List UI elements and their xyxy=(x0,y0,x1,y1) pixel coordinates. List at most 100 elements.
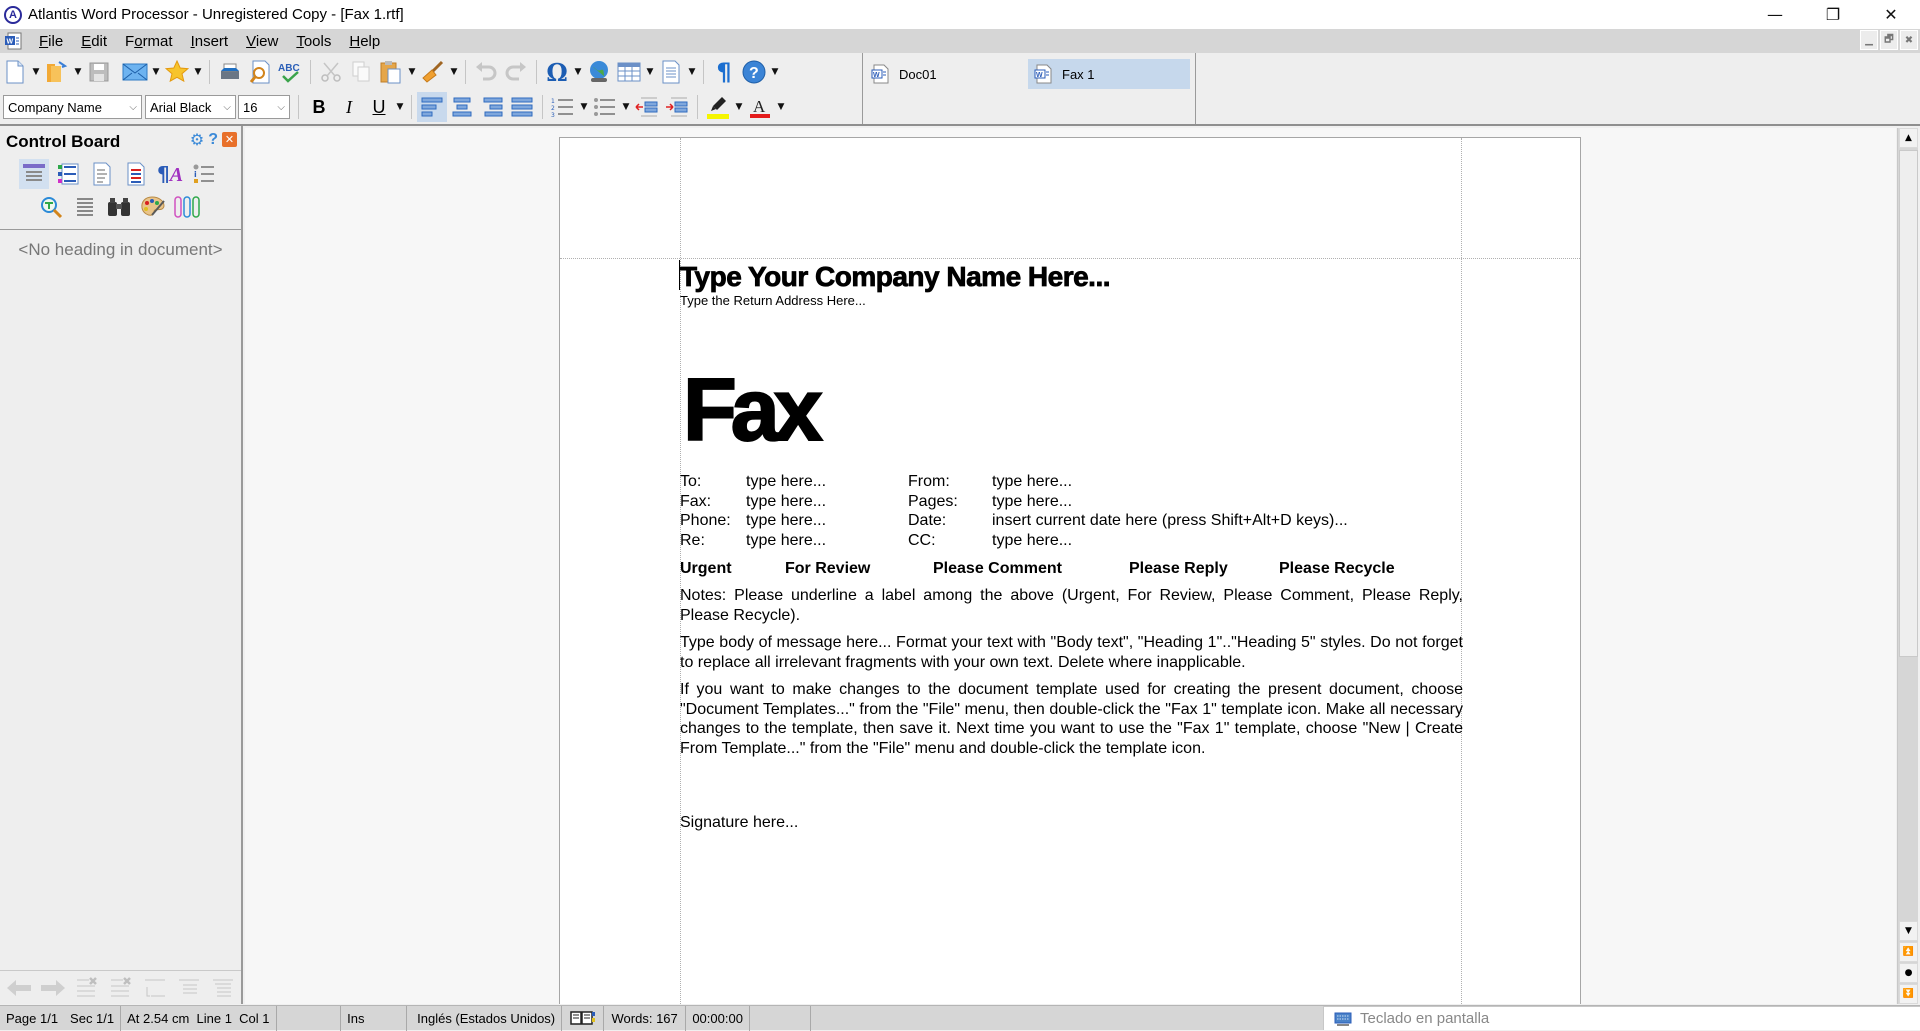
font-color-dropdown-arrow[interactable]: ▼ xyxy=(775,102,787,112)
delete-section-button[interactable] xyxy=(106,973,136,1003)
label-please-reply[interactable]: Please Reply xyxy=(1129,559,1279,579)
bold-button[interactable]: B xyxy=(304,92,334,122)
styles-button[interactable]: ¶A xyxy=(155,159,185,189)
spell-check-status[interactable] xyxy=(562,1005,605,1031)
colors-button[interactable] xyxy=(138,192,168,222)
promote-button[interactable] xyxy=(140,973,170,1003)
redo-button[interactable] xyxy=(501,57,531,87)
headings-button[interactable] xyxy=(53,159,83,189)
italic-button[interactable]: I xyxy=(334,92,364,122)
instructions-paragraph[interactable]: If you want to make changes to the docum… xyxy=(680,680,1463,758)
email-dropdown-arrow[interactable]: ▼ xyxy=(150,67,162,77)
mdi-minimize-button[interactable]: ▁ xyxy=(1860,30,1878,50)
label-please-comment[interactable]: Please Comment xyxy=(933,559,1129,579)
gear-icon[interactable]: ⚙ xyxy=(190,130,204,149)
scrollbar-thumb[interactable] xyxy=(1899,150,1918,657)
company-name[interactable]: Type Your Company Name Here... xyxy=(680,260,1463,294)
format-painter-button[interactable] xyxy=(418,57,448,87)
document-editor[interactable]: Type Your Company Name Here... Type the … xyxy=(245,128,1896,1004)
field-value[interactable]: insert current date here (press Shift+Al… xyxy=(992,511,1348,531)
field-value[interactable]: type here... xyxy=(746,511,908,531)
bullet-list-dropdown-arrow[interactable]: ▼ xyxy=(620,102,632,112)
status-insert-mode[interactable]: Ins xyxy=(341,1005,408,1031)
tab-fax-1[interactable]: W Fax 1 xyxy=(1028,59,1190,89)
mdi-restore-button[interactable]: 🗗 xyxy=(1880,30,1898,50)
font-select[interactable]: Arial Black ⌵ xyxy=(145,95,236,119)
print-button[interactable] xyxy=(215,57,245,87)
favorites-button[interactable] xyxy=(162,57,192,87)
increase-indent-button[interactable] xyxy=(662,92,692,122)
field-value[interactable]: type here... xyxy=(746,531,908,551)
menu-insert[interactable]: Insert xyxy=(182,33,238,50)
search-binoculars-button[interactable] xyxy=(104,192,134,222)
field-value[interactable]: type here... xyxy=(992,472,1072,492)
field-value[interactable]: type here... xyxy=(746,472,908,492)
help-button[interactable]: ? xyxy=(739,57,769,87)
close-panel-icon[interactable]: ✕ xyxy=(222,132,237,147)
vertical-scrollbar[interactable]: ▲ ▼ ⏫ ● ⏬ xyxy=(1897,128,1918,1004)
insert-table-button[interactable] xyxy=(614,57,644,87)
menu-tools[interactable]: Tools xyxy=(287,33,340,50)
highlight-button[interactable] xyxy=(703,92,733,122)
highlight-dropdown-arrow[interactable]: ▼ xyxy=(733,102,745,112)
browse-object-button[interactable]: ● xyxy=(1899,963,1918,983)
paste-button[interactable] xyxy=(376,57,406,87)
justify-button[interactable] xyxy=(507,92,537,122)
cut-button[interactable] xyxy=(316,57,346,87)
table-dropdown-arrow[interactable]: ▼ xyxy=(644,67,656,77)
close-button[interactable]: ✕ xyxy=(1862,0,1920,29)
find-button[interactable] xyxy=(36,192,66,222)
align-right-button[interactable] xyxy=(477,92,507,122)
copy-button[interactable] xyxy=(346,57,376,87)
symbol-dropdown-arrow[interactable]: ▼ xyxy=(572,67,584,77)
spell-check-button[interactable]: ABC xyxy=(275,57,305,87)
page-layout-dropdown-arrow[interactable]: ▼ xyxy=(686,67,698,77)
insert-symbol-button[interactable]: Ω xyxy=(542,57,572,87)
open-button[interactable] xyxy=(42,57,72,87)
on-screen-keyboard-taskbar[interactable]: Teclado en pantalla xyxy=(1323,1006,1920,1030)
page-layout-button[interactable] xyxy=(656,57,686,87)
fax-heading[interactable]: Fax xyxy=(682,364,1463,456)
print-preview-button[interactable] xyxy=(245,57,275,87)
scroll-down-button[interactable]: ▼ xyxy=(1899,921,1918,941)
tab-doc01[interactable]: W Doc01 xyxy=(865,59,1027,89)
help-dropdown-arrow[interactable]: ▼ xyxy=(769,67,781,77)
body-paragraph[interactable]: Type body of message here... Format your… xyxy=(680,633,1463,672)
field-value[interactable]: type here... xyxy=(746,492,908,512)
underline-button[interactable]: U xyxy=(364,92,394,122)
menu-edit[interactable]: Edit xyxy=(72,33,116,50)
help-icon[interactable]: ? xyxy=(208,131,218,149)
menu-file[interactable]: File xyxy=(30,33,72,50)
paragraphs-button[interactable] xyxy=(70,192,100,222)
clips-button[interactable] xyxy=(172,192,202,222)
demote-button[interactable] xyxy=(174,973,204,1003)
numbered-list-dropdown-arrow[interactable]: ▼ xyxy=(578,102,590,112)
expand-button[interactable] xyxy=(208,973,238,1003)
new-document-button[interactable] xyxy=(0,57,30,87)
favorites-dropdown-arrow[interactable]: ▼ xyxy=(192,67,204,77)
label-urgent[interactable]: Urgent xyxy=(680,559,785,579)
back-button[interactable] xyxy=(4,973,34,1003)
previous-page-button[interactable]: ⏫ xyxy=(1899,942,1918,962)
font-size-select[interactable]: 16 ⌵ xyxy=(238,95,290,119)
paste-dropdown-arrow[interactable]: ▼ xyxy=(406,67,418,77)
bookmarks-button[interactable] xyxy=(121,159,151,189)
style-select[interactable]: Company Name ⌵ xyxy=(3,95,142,119)
save-button[interactable] xyxy=(84,57,114,87)
next-page-button[interactable]: ⏬ xyxy=(1899,984,1918,1004)
minimize-button[interactable]: — xyxy=(1746,0,1804,29)
email-button[interactable] xyxy=(120,57,150,87)
menu-view[interactable]: View xyxy=(237,33,287,50)
format-painter-dropdown-arrow[interactable]: ▼ xyxy=(448,67,460,77)
open-dropdown-arrow[interactable]: ▼ xyxy=(72,67,84,77)
mdi-close-button[interactable]: ✖ xyxy=(1900,30,1918,50)
document-icon[interactable]: W xyxy=(4,32,22,50)
outline-view-button[interactable] xyxy=(19,159,49,189)
numbered-list-button[interactable]: 123 xyxy=(548,92,578,122)
bullet-list-button[interactable] xyxy=(590,92,620,122)
decrease-indent-button[interactable] xyxy=(632,92,662,122)
document-map-button[interactable] xyxy=(87,159,117,189)
new-dropdown-arrow[interactable]: ▼ xyxy=(30,67,42,77)
lists-button[interactable]: i xyxy=(189,159,219,189)
insert-hyperlink-button[interactable] xyxy=(584,57,614,87)
